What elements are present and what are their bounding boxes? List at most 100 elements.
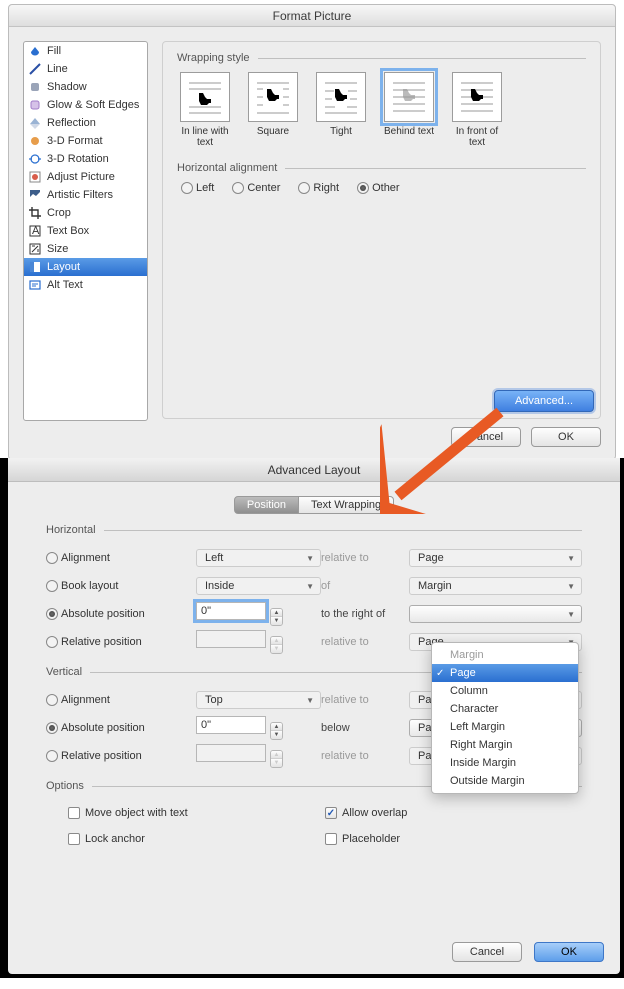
thumb-label: Tight: [313, 126, 369, 137]
dialog-title: Advanced Layout: [8, 458, 620, 482]
checkbox-label: Lock anchor: [85, 833, 145, 845]
artistic-icon: [28, 188, 42, 202]
halign-left[interactable]: Left: [181, 182, 214, 194]
relative-to-label: relative to: [321, 552, 409, 564]
dropdown-option[interactable]: Inside Margin: [432, 754, 578, 772]
chevron-icon: ▼: [306, 582, 314, 591]
h-alignment-relto-combo[interactable]: Page▼: [409, 549, 582, 567]
size-icon: [28, 242, 42, 256]
h-absolute-input[interactable]: [196, 602, 266, 620]
sidebar-item-label: Layout: [47, 261, 80, 273]
sidebar-item-reflection[interactable]: Reflection: [24, 114, 147, 132]
sidebar-item-label: Glow & Soft Edges: [47, 99, 139, 111]
wrap-behind[interactable]: Behind text: [381, 72, 437, 148]
textbox-icon: A: [28, 224, 42, 238]
group-label: Horizontal alignment: [177, 162, 277, 174]
v-alignment-combo[interactable]: Top▼: [196, 691, 321, 709]
sidebar-item-3d-format[interactable]: 3-D Format: [24, 132, 147, 150]
tab-text-wrapping[interactable]: Text Wrapping: [299, 496, 394, 514]
dropdown-option[interactable]: Margin: [432, 646, 578, 664]
opt-allow-overlap[interactable]: Allow overlap: [325, 800, 582, 826]
halign-right[interactable]: Right: [298, 182, 339, 194]
radio-label: Relative position: [61, 750, 142, 762]
h-absolute-rightof-combo[interactable]: ▼: [409, 605, 582, 623]
h-alignment-combo[interactable]: Left▼: [196, 549, 321, 567]
step-down-icon: ▼: [271, 645, 282, 653]
h-relative-radio[interactable]: Relative position: [46, 636, 142, 648]
h-absolute-radio[interactable]: Absolute position: [46, 608, 145, 620]
halign-other[interactable]: Other: [357, 182, 400, 194]
sidebar-item-3d-rotation[interactable]: 3-D Rotation: [24, 150, 147, 168]
sidebar-item-artistic-filters[interactable]: Artistic Filters: [24, 186, 147, 204]
category-sidebar: Fill Line Shadow Glow & Soft Edges Refle…: [23, 41, 148, 421]
dropdown-option[interactable]: Left Margin: [432, 718, 578, 736]
step-up-icon[interactable]: ▲: [271, 609, 282, 617]
wrap-tight[interactable]: Tight: [313, 72, 369, 148]
thumb-label: Square: [245, 126, 301, 137]
chevron-icon: ▼: [567, 582, 575, 591]
v-absolute-radio[interactable]: Absolute position: [46, 722, 145, 734]
h-booklayout-combo[interactable]: Inside▼: [196, 577, 321, 595]
radio-label: Right: [313, 182, 339, 194]
sidebar-item-label: Alt Text: [47, 279, 83, 291]
radio-label: Absolute position: [61, 722, 145, 734]
sidebar-item-adjust-picture[interactable]: Adjust Picture: [24, 168, 147, 186]
opt-placeholder[interactable]: Placeholder: [325, 826, 582, 852]
layout-panel: Wrapping style In line with text Square …: [162, 41, 601, 419]
sidebar-item-label: Crop: [47, 207, 71, 219]
step-down-icon[interactable]: ▼: [271, 731, 282, 739]
wrap-square[interactable]: Square: [245, 72, 301, 148]
h-relative-input[interactable]: [196, 630, 266, 648]
sidebar-item-fill[interactable]: Fill: [24, 42, 147, 60]
rightof-dropdown: Margin Page Column Character Left Margin…: [431, 642, 579, 794]
group-label: Options: [46, 780, 84, 792]
opt-move-with-text[interactable]: Move object with text: [68, 800, 325, 826]
ok-button[interactable]: OK: [534, 942, 604, 962]
opt-lock-anchor[interactable]: Lock anchor: [68, 826, 325, 852]
sidebar-item-line[interactable]: Line: [24, 60, 147, 78]
wrap-inline[interactable]: In line with text: [177, 72, 233, 148]
v-alignment-radio[interactable]: Alignment: [46, 694, 110, 706]
h-booklayout-of-combo[interactable]: Margin▼: [409, 577, 582, 595]
crop-icon: [28, 206, 42, 220]
chevron-icon: ▼: [567, 610, 575, 619]
sidebar-item-label: 3-D Format: [47, 135, 103, 147]
dropdown-option[interactable]: Outside Margin: [432, 772, 578, 790]
halign-group: Horizontal alignment: [177, 162, 586, 174]
step-down-icon[interactable]: ▼: [271, 617, 282, 625]
chevron-icon: ▼: [567, 554, 575, 563]
dropdown-option[interactable]: Page: [432, 664, 578, 682]
sidebar-item-glow[interactable]: Glow & Soft Edges: [24, 96, 147, 114]
cancel-button[interactable]: Cancel: [451, 427, 521, 447]
sidebar-item-text-box[interactable]: A Text Box: [24, 222, 147, 240]
sidebar-item-shadow[interactable]: Shadow: [24, 78, 147, 96]
h-alignment-radio[interactable]: Alignment: [46, 552, 110, 564]
dropdown-option[interactable]: Column: [432, 682, 578, 700]
wrap-infront[interactable]: In front of text: [449, 72, 505, 148]
chevron-icon: ▼: [306, 554, 314, 563]
sidebar-item-alt-text[interactable]: Alt Text: [24, 276, 147, 294]
dropdown-option[interactable]: Character: [432, 700, 578, 718]
v-relative-radio[interactable]: Relative position: [46, 750, 142, 762]
v-absolute-input[interactable]: [196, 716, 266, 734]
sidebar-item-label: Artistic Filters: [47, 189, 113, 201]
sidebar-item-crop[interactable]: Crop: [24, 204, 147, 222]
tab-position[interactable]: Position: [234, 496, 299, 514]
halign-center[interactable]: Center: [232, 182, 280, 194]
stepper[interactable]: ▲▼: [270, 722, 283, 740]
advanced-button[interactable]: Advanced...: [494, 390, 594, 412]
cancel-button[interactable]: Cancel: [452, 942, 522, 962]
stepper[interactable]: ▲▼: [270, 608, 283, 626]
sidebar-item-size[interactable]: Size: [24, 240, 147, 258]
dialog-title: Format Picture: [9, 5, 615, 27]
dropdown-option[interactable]: Right Margin: [432, 736, 578, 754]
step-up-icon[interactable]: ▲: [271, 723, 282, 731]
radio-label: Other: [372, 182, 400, 194]
v-relative-input[interactable]: [196, 744, 266, 762]
h-booklayout-radio[interactable]: Book layout: [46, 580, 118, 592]
adjust-icon: [28, 170, 42, 184]
ok-button[interactable]: OK: [531, 427, 601, 447]
sidebar-item-layout[interactable]: Layout: [24, 258, 147, 276]
format-picture-dialog: Format Picture Fill Line Shadow Glow & S…: [8, 4, 616, 460]
svg-text:A: A: [32, 225, 40, 237]
